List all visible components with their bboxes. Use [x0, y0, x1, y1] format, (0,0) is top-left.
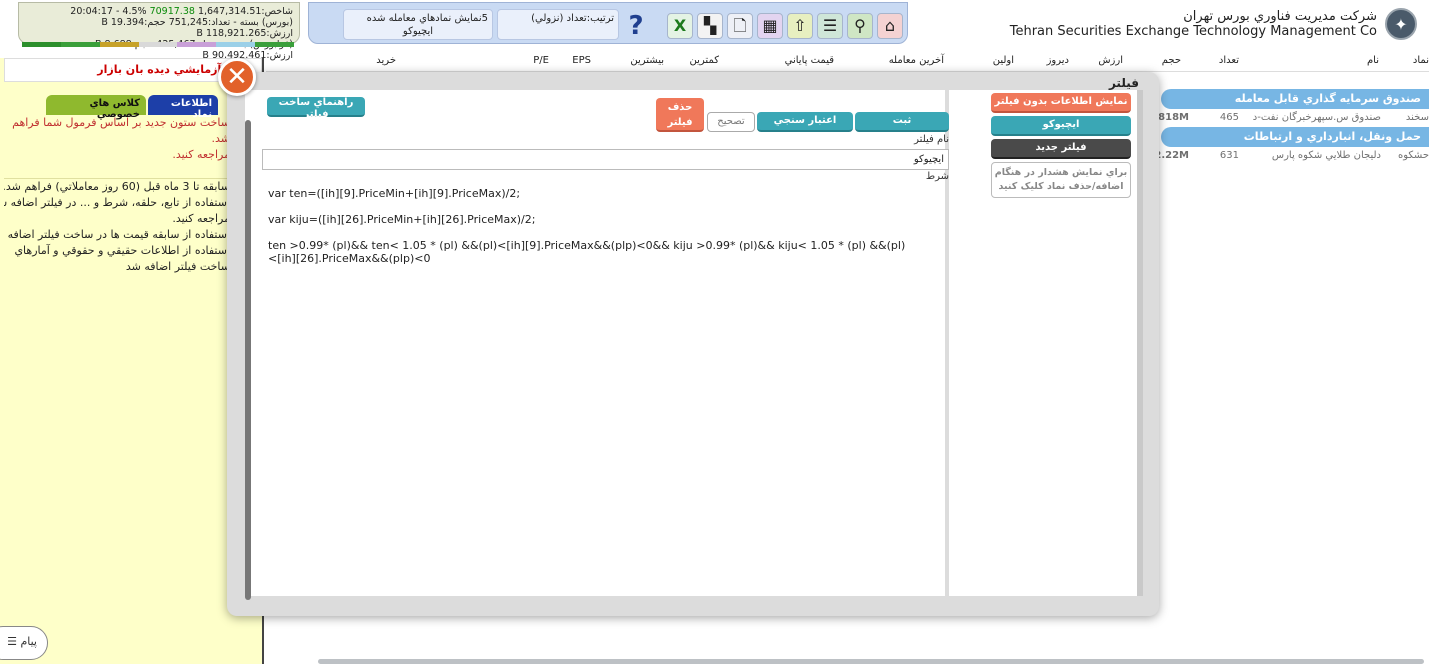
index-change-value: 70917.38 — [149, 6, 195, 17]
help-icon[interactable]: ? — [621, 11, 651, 41]
show-without-filter-button[interactable]: نمايش اطلاعات بدون فيلتر — [991, 93, 1131, 113]
excel-icon[interactable]: X — [667, 13, 693, 39]
home-icon[interactable]: ⌂ — [877, 13, 903, 39]
market-column-header: نماد نام تعداد حجم ارزش ديروز اولين آخري… — [266, 50, 1429, 72]
company-name-en: Tehran Securities Exchange Technology Ma… — [1009, 24, 1377, 39]
filter-help-button[interactable]: راهنماي ساخت فيلتر — [267, 97, 365, 120]
list-icon[interactable]: ☰ — [817, 13, 843, 39]
company-name-fa: شرکت مديريت فناوري بورس تهران — [1183, 9, 1377, 24]
code-line: var kiju=([ih][26].PriceMin+[ih][26].Pri… — [268, 213, 536, 226]
tab-symbol-info[interactable]: اطلاعات نماد — [148, 95, 218, 120]
dialog-title: فيلتر — [1108, 76, 1139, 90]
validate-button[interactable]: اعتبار سنجي — [757, 112, 853, 132]
col-close-price[interactable]: قيمت پاياني — [785, 55, 834, 66]
col-first[interactable]: اولين — [993, 55, 1014, 66]
sort-selector[interactable]: ترتيب:تعداد (نزولي) — [497, 9, 619, 40]
col-value[interactable]: ارزش — [1098, 55, 1123, 66]
update-notice: ساخت ستون جديد بر اساس فرمول شما فراهم ش… — [12, 116, 230, 161]
company-logo-icon: ✦ — [1385, 8, 1417, 40]
editor-scrollbar[interactable] — [245, 120, 251, 600]
filter-name-input[interactable] — [262, 149, 949, 170]
left-info-panel: نسخه آزمايشي ديده بان بازار اطلاعات نماد… — [0, 58, 264, 664]
col-name[interactable]: نام — [1367, 55, 1379, 66]
top-bar: شاخص:1,647,314.51 70917.38 %4.5 - 20:04:… — [0, 0, 1429, 61]
company-brand: شرکت مديريت فناوري بورس تهران Tehran Sec… — [1010, 4, 1417, 44]
col-symbol[interactable]: نماد — [1413, 55, 1429, 66]
col-volume[interactable]: حجم — [1162, 55, 1181, 66]
message-button[interactable]: پيام ☰ — [0, 626, 48, 660]
code-line: ten >0.99* (pl)&& ten< 1.05 * (pl) &&(pl… — [268, 239, 906, 265]
condition-code-editor[interactable]: var ten=([ih][9].PriceMin+[ih][9].PriceM… — [268, 187, 908, 278]
save-button[interactable]: ثبت — [855, 112, 949, 132]
col-pe[interactable]: P/E — [533, 55, 549, 66]
delete-filter-button[interactable]: حذف فيلتر — [656, 98, 704, 132]
close-icon[interactable]: ✕ — [218, 58, 256, 96]
menu-icon: ☰ — [7, 635, 17, 648]
grid-icon[interactable]: ▚ — [697, 13, 723, 39]
toolbar: ⌂ ⚲ ☰ ⇧ ▦ 🗋 ▚ X ? ترتيب:تعداد (نزولي) 5ن… — [308, 2, 908, 44]
sidebar-scrollbar[interactable] — [1137, 90, 1143, 596]
fix-button[interactable]: تصحيح — [707, 112, 755, 132]
condition-label: شرط — [925, 171, 949, 182]
new-filter-button[interactable]: فيلتر جديد — [991, 139, 1131, 159]
tab-private-classes[interactable]: کلاس هاي خصوصي — [46, 95, 146, 120]
filter-name-label: نام فيلتر — [914, 134, 949, 145]
col-last-trade[interactable]: آخرين معامله — [889, 55, 944, 66]
market-index-box: شاخص:1,647,314.51 70917.38 %4.5 - 20:04:… — [18, 2, 300, 61]
up-arrow-icon[interactable]: ⇧ — [787, 13, 813, 39]
index-line-1: شاخص:1,647,314.51 70917.38 %4.5 - 20:04:… — [70, 6, 293, 17]
shown-symbols-field[interactable]: 5نمايش نمادهاي معامله شده ايچيوکو — [343, 9, 493, 40]
alert-hint-button[interactable]: براي نمايش هشدار در هنگام اضافه/حذف نماد… — [991, 162, 1131, 198]
calendar-icon[interactable]: ▦ — [757, 13, 783, 39]
col-max[interactable]: بيشترين — [630, 55, 664, 66]
filter-dialog: فيلتر راهنماي ساخت فيلتر حذف فيلتر تصحيح… — [218, 58, 1159, 616]
filter-list-item[interactable]: ايچيوکو — [991, 116, 1131, 136]
search-icon[interactable]: ⚲ — [847, 13, 873, 39]
col-min[interactable]: کمترين — [690, 55, 719, 66]
document-icon[interactable]: 🗋 — [727, 13, 753, 39]
feature-notes: سابقه تا 3 ماه قبل (60 روز معاملاتي) فرا… — [4, 178, 230, 273]
col-yesterday[interactable]: ديروز — [1047, 55, 1069, 66]
col-eps[interactable]: EPS — [572, 55, 591, 66]
col-buy[interactable]: خريد — [376, 55, 396, 66]
code-line: var ten=([ih][9].PriceMin+[ih][9].PriceM… — [268, 187, 521, 200]
col-count[interactable]: تعداد — [1219, 55, 1239, 66]
index-line-2: (بورس) بسته - تعداد:751,245 حجم:19.394 B… — [101, 17, 293, 39]
index-color-strip — [22, 42, 295, 47]
